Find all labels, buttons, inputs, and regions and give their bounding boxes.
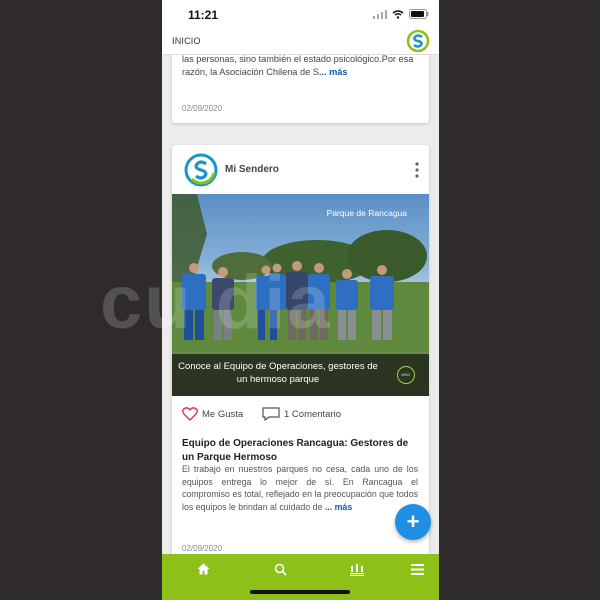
nav-search[interactable] <box>269 560 291 578</box>
create-post-button[interactable]: + <box>395 504 431 540</box>
nav-menu[interactable] <box>406 560 428 578</box>
page-title: INICIO <box>172 36 201 46</box>
photo-caption: Conoce al Equipo de Operaciones, gestore… <box>178 361 378 385</box>
home-icon <box>197 563 209 575</box>
photo-location-tag: Parque de Rancagua <box>326 208 407 218</box>
previous-post-more-link[interactable]: ... más <box>319 67 348 77</box>
post-title[interactable]: Equipo de Operaciones Rancagua: Gestores… <box>182 437 418 465</box>
post-body-text: El trabajo en nuestros parques no cesa, … <box>182 464 418 512</box>
previous-post-excerpt: las personas, sino también el estado psi… <box>182 55 418 79</box>
more-options-icon[interactable] <box>411 161 423 179</box>
post-date: 02/09/2020 <box>182 544 223 553</box>
post-excerpt: El trabajo en nuestros parques no cesa, … <box>182 463 418 513</box>
nav-cemetery[interactable] <box>346 560 368 578</box>
watermark: cu dia <box>100 262 500 344</box>
status-bar: 11:21 <box>162 0 439 28</box>
previous-post-card[interactable]: las personas, sino también el estado psi… <box>172 55 429 123</box>
status-time: 11:21 <box>188 8 219 22</box>
wifi-icon <box>392 9 404 19</box>
previous-post-date: 02/09/2020 <box>182 104 223 113</box>
photo-caption-band: Conoce al Equipo de Operaciones, gestore… <box>172 354 429 396</box>
mi-sendero-logo-icon[interactable] <box>406 29 430 53</box>
comments-label: 1 Comentario <box>284 408 342 420</box>
heart-icon <box>182 407 198 421</box>
menu-icon <box>410 563 424 575</box>
post-card: Mi Sendero Parque de Rancagua Conoce al … <box>172 145 429 555</box>
status-icons <box>373 9 429 19</box>
comments-button[interactable]: 1 Comentario <box>262 407 341 421</box>
comment-icon <box>262 407 280 421</box>
like-button[interactable]: Me Gusta <box>182 407 243 421</box>
app-header: INICIO <box>162 28 439 55</box>
home-indicator[interactable] <box>250 590 350 594</box>
watermark-text: cu dia <box>100 260 332 345</box>
author-name[interactable]: Mi Sendero <box>225 164 279 175</box>
battery-icon <box>409 9 429 19</box>
post-actions: Me Gusta 1 Comentario <box>182 407 422 423</box>
previous-post-text: las personas, sino también el estado psi… <box>182 55 414 77</box>
signal-icon <box>373 9 387 19</box>
search-icon <box>274 563 287 576</box>
cemetery-icon <box>350 563 364 576</box>
plus-icon: + <box>406 509 420 534</box>
like-label: Me Gusta <box>202 408 244 420</box>
photo-badge-icon: MSC <box>397 366 415 384</box>
post-more-link[interactable]: ... más <box>325 502 352 512</box>
nav-home[interactable] <box>192 560 214 578</box>
photo-badge-text: MSC <box>401 372 411 377</box>
author-avatar-icon[interactable] <box>184 153 218 187</box>
